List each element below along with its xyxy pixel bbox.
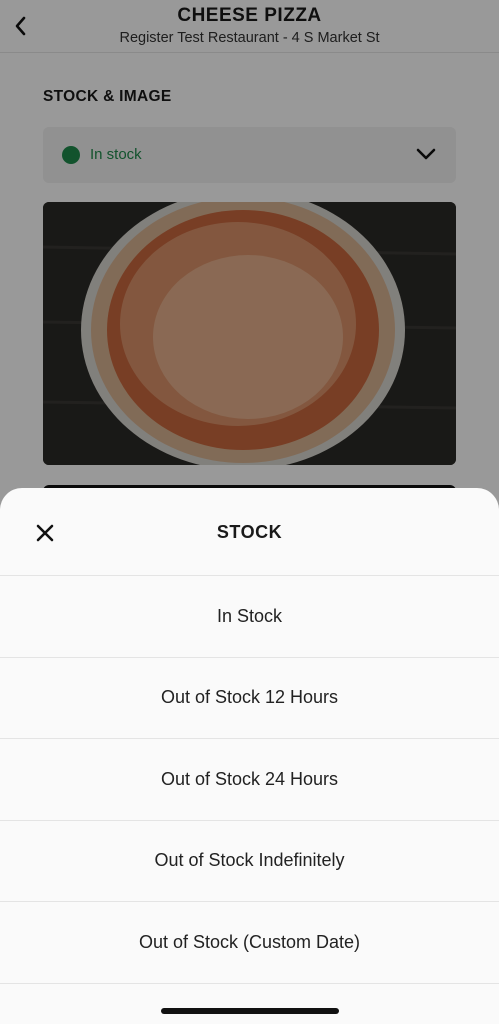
option-out-of-stock-12-hours[interactable]: Out of Stock 12 Hours	[0, 658, 499, 739]
sheet-title: STOCK	[216, 522, 283, 542]
stock-bottom-sheet: STOCK In Stock Out of Stock 12 Hours Out…	[0, 488, 499, 1024]
stock-options-list: In Stock Out of Stock 12 Hours Out of St…	[0, 575, 499, 984]
option-out-of-stock-indefinitely[interactable]: Out of Stock Indefinitely	[0, 821, 499, 902]
home-indicator	[161, 1008, 339, 1014]
option-out-of-stock-24-hours[interactable]: Out of Stock 24 Hours	[0, 739, 499, 821]
option-out-of-stock-custom-date[interactable]: Out of Stock (Custom Date)	[0, 902, 499, 984]
option-in-stock[interactable]: In Stock	[0, 576, 499, 658]
